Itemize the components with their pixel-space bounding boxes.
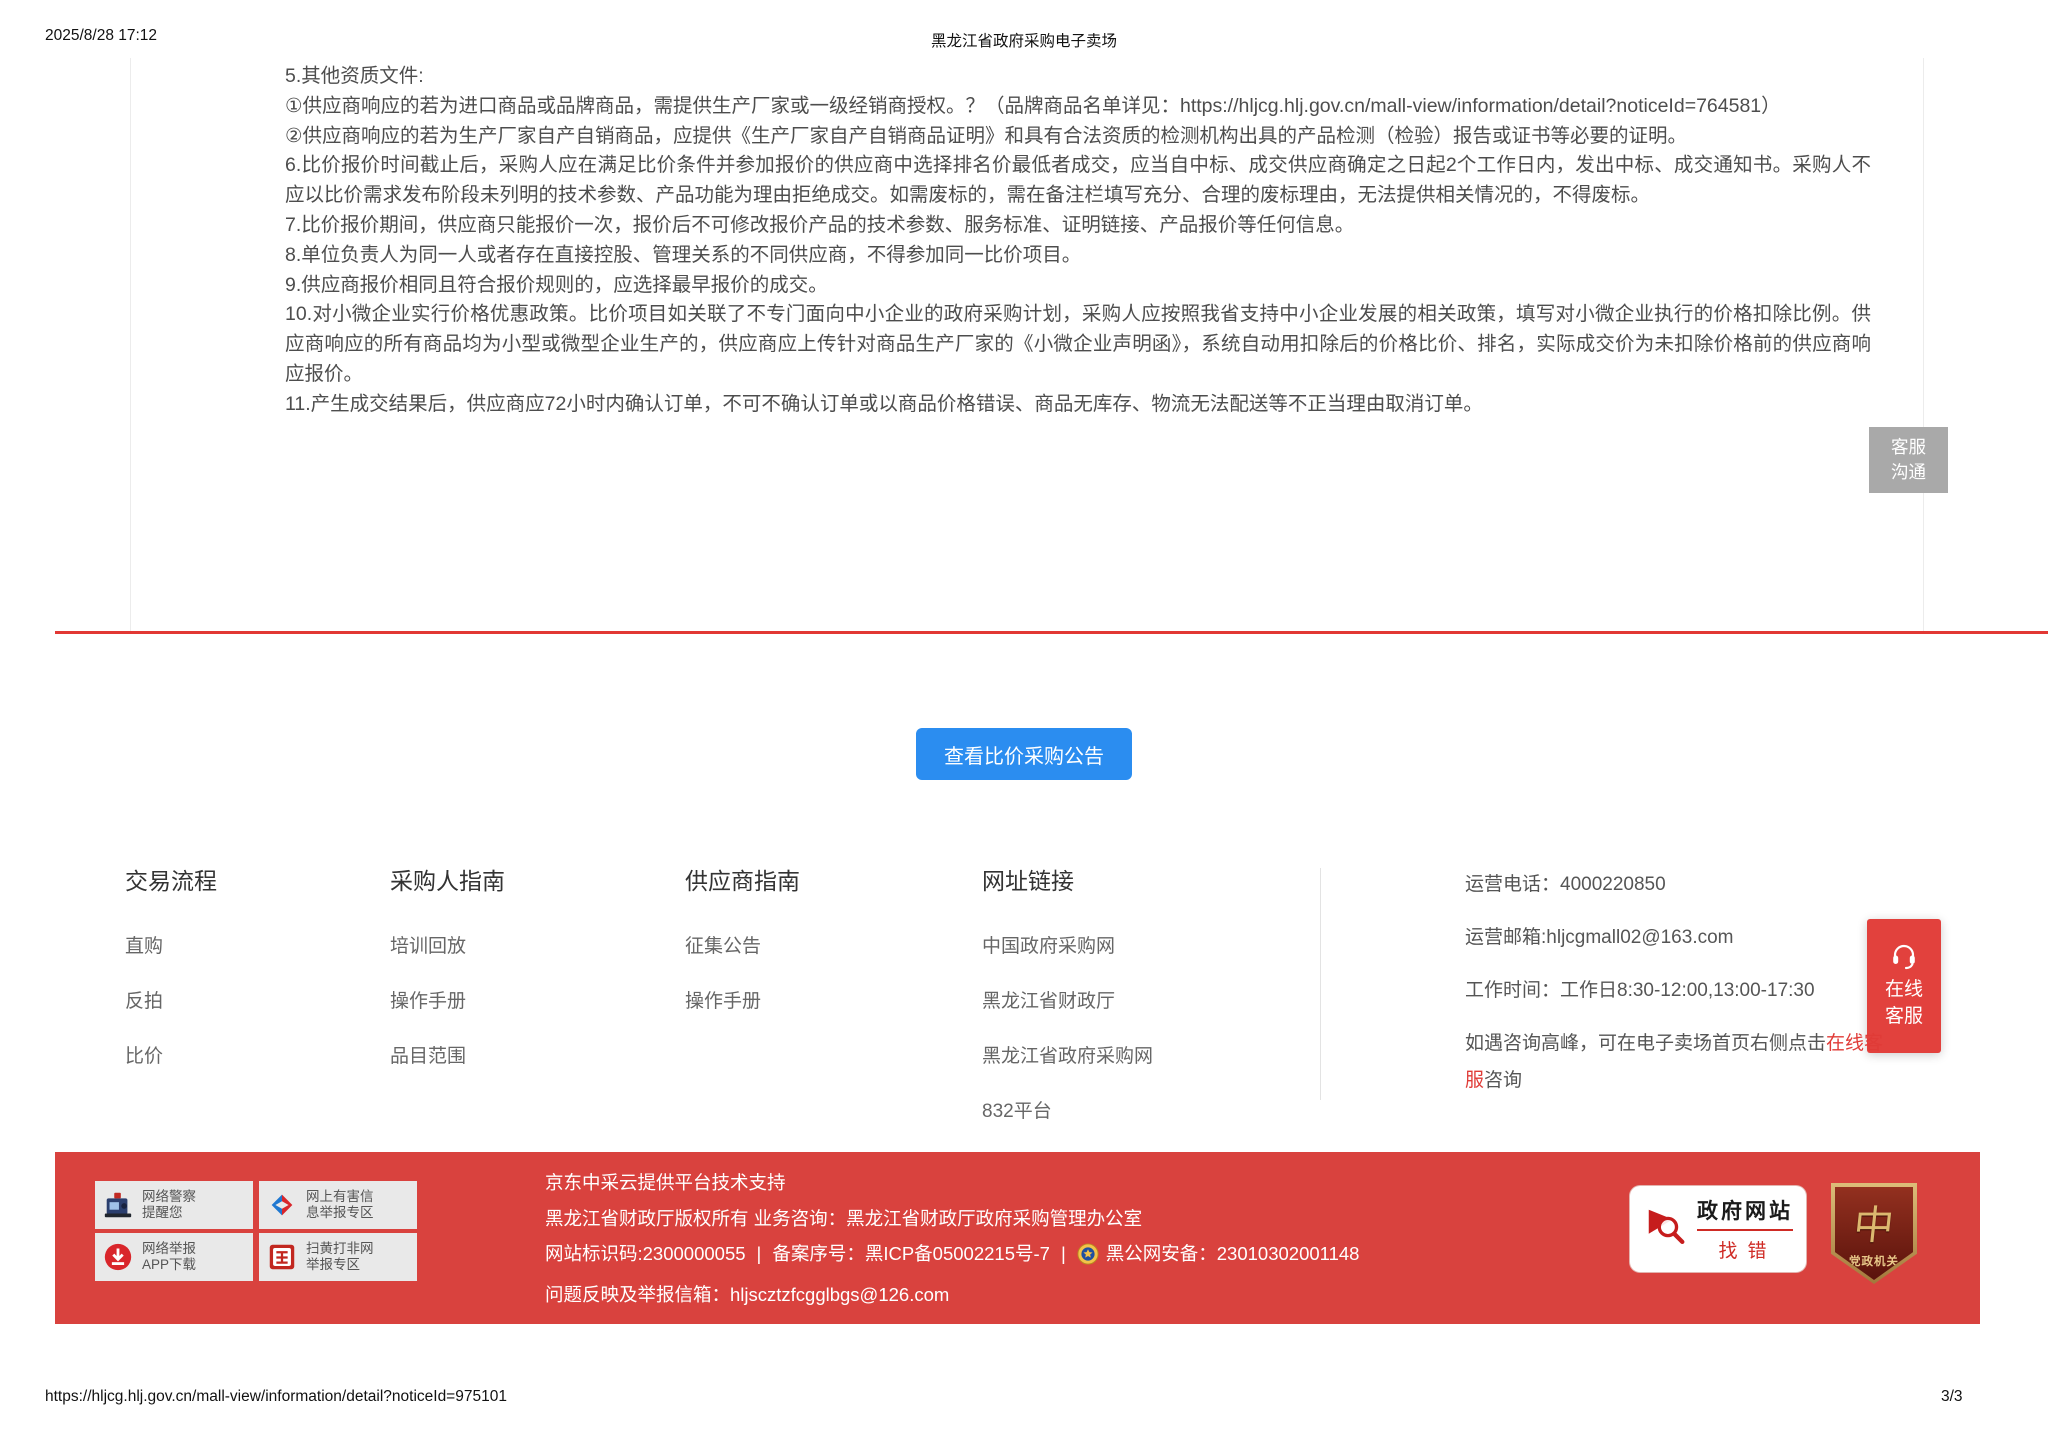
badge-label: 网络警察	[142, 1189, 196, 1205]
footer-link[interactable]: 操作手册	[390, 986, 505, 1013]
footer-link[interactable]: 品目范围	[390, 1041, 505, 1068]
footer-contact-info: 运营电话：4000220850 运营邮箱:hljcgmall02@163.com…	[1465, 866, 1897, 1115]
red-footer-bar: 网络警察 提醒您 网上有害信 息举报专区 网络举报 APP下载	[55, 1152, 1980, 1324]
notice-paragraph: 5.其他资质文件:	[285, 62, 1871, 92]
footer-link[interactable]: 征集公告	[685, 931, 800, 958]
red-divider-line	[55, 631, 2048, 634]
document-title: 黑龙江省政府采购电子卖场	[0, 29, 2048, 51]
app-download-icon	[101, 1240, 135, 1274]
badge-label: 网上有害信	[306, 1189, 374, 1205]
site-id-code: 网站标识码:2300000055	[545, 1243, 746, 1264]
notice-paragraph: 6.比价报价时间截止后，采购人应在满足比价条件并参加报价的供应商中选择排名价最低…	[285, 151, 1871, 211]
working-hours: 工作时间：工作日8:30-12:00,13:00-17:30	[1465, 972, 1897, 1009]
cyber-police-badge[interactable]: 网络警察 提醒您	[95, 1181, 253, 1229]
footer-column-title: 交易流程	[125, 862, 217, 896]
notice-content: 5.其他资质文件: ①供应商响应的若为进口商品或品牌商品，需提供生产厂家或一级经…	[130, 58, 1924, 631]
copyright-line: 黑龙江省财政厅版权所有 业务咨询：黑龙江省财政厅政府采购管理办公室	[545, 1201, 1359, 1237]
report-app-download-badge[interactable]: 网络举报 APP下载	[95, 1233, 253, 1281]
tech-support-line: 京东中采云提供平台技术支持	[545, 1165, 1359, 1201]
footer-column-title: 网址链接	[982, 862, 1153, 896]
harmful-info-icon	[265, 1188, 299, 1222]
report-mailbox-line: 问题反映及举报信箱：hljscztzfcgglbgs@126.com	[545, 1277, 1359, 1313]
registration-line: 网站标识码:2300000055|备案序号：黑ICP备05002215号-7|黑…	[545, 1236, 1359, 1277]
badge-label: APP下载	[142, 1257, 196, 1273]
footer-column-supplier-guide: 供应商指南 征集公告 操作手册	[685, 862, 800, 1041]
cyber-police-icon	[101, 1188, 135, 1222]
footer-link[interactable]: 黑龙江省财政厅	[982, 986, 1153, 1013]
harmful-info-report-badge[interactable]: 网上有害信 息举报专区	[259, 1181, 417, 1229]
notice-paragraph: ②供应商响应的若为生产厂家自产自销商品，应提供《生产厂家自产自销商品证明》和具有…	[285, 122, 1871, 152]
chat-tab-label: 客服	[1891, 435, 1926, 460]
view-price-comparison-notice-button[interactable]: 查看比价采购公告	[916, 728, 1132, 780]
site-error-report-badge[interactable]: 政府网站 找错	[1630, 1186, 1806, 1272]
peak-notice-text: 如遇咨询高峰，可在电子卖场首页右侧点击	[1465, 1033, 1826, 1054]
customer-service-chat-tab[interactable]: 客服 沟通	[1869, 427, 1948, 493]
chat-tab-label: 沟通	[1891, 460, 1926, 485]
print-url: https://hljcg.hlj.gov.cn/mall-view/infor…	[45, 1388, 507, 1406]
shield-label: 党政机关	[1849, 1253, 1899, 1269]
footer-column-title: 供应商指南	[685, 862, 800, 896]
public-security-number: 黑公网安备：23010302001148	[1106, 1243, 1360, 1264]
footer-column-trade-process: 交易流程 直购 反拍 比价	[125, 862, 217, 1096]
separator: |	[1050, 1243, 1077, 1264]
shield-emblem: 中	[1851, 1193, 1897, 1251]
report-badges-grid: 网络警察 提醒您 网上有害信 息举报专区 网络举报 APP下载	[95, 1181, 417, 1281]
page-number: 3/3	[1941, 1388, 1963, 1406]
peak-notice: 如遇咨询高峰，可在电子卖场首页右侧点击在线客服咨询	[1465, 1025, 1897, 1099]
police-emblem-icon	[1077, 1241, 1099, 1277]
badge-label: 扫黄打非网	[306, 1241, 374, 1257]
peak-notice-suffix: 咨询	[1484, 1070, 1522, 1091]
operation-email: 运营邮箱:hljcgmall02@163.com	[1465, 919, 1897, 956]
footer-link[interactable]: 培训回放	[390, 931, 505, 958]
badge-label: 提醒您	[142, 1205, 196, 1221]
footer-link[interactable]: 黑龙江省政府采购网	[982, 1041, 1153, 1068]
badge-label: 息举报专区	[306, 1205, 374, 1221]
separator: |	[746, 1243, 773, 1264]
footer-column-title: 采购人指南	[390, 862, 505, 896]
footer-link[interactable]: 832平台	[982, 1096, 1153, 1123]
error-finder-flag-icon	[1643, 1204, 1689, 1255]
notice-paragraph: 8.单位负责人为同一人或者存在直接控股、管理关系的不同供应商，不得参加同一比价项…	[285, 241, 1871, 271]
footer-link[interactable]: 直购	[125, 931, 217, 958]
operation-phone: 运营电话：4000220850	[1465, 866, 1897, 903]
badge-label: 举报专区	[306, 1257, 374, 1273]
shield-border: 中 党政机关	[1831, 1183, 1917, 1284]
error-badge-title: 政府网站	[1697, 1195, 1793, 1231]
footer-link[interactable]: 中国政府采购网	[982, 931, 1153, 958]
notice-paragraph: 9.供应商报价相同且符合报价规则的，应选择最早报价的成交。	[285, 271, 1871, 301]
anti-porn-report-badge[interactable]: 扫黄打非网 举报专区	[259, 1233, 417, 1281]
footer-column-web-links: 网址链接 中国政府采购网 黑龙江省财政厅 黑龙江省政府采购网 832平台	[982, 862, 1153, 1151]
party-gov-org-badge[interactable]: 中 党政机关	[1831, 1183, 1917, 1284]
notice-paragraph: 7.比价报价期间，供应商只能报价一次，报价后不可修改报价产品的技术参数、服务标准…	[285, 211, 1871, 241]
notice-paragraph: ①供应商响应的若为进口商品或品牌商品，需提供生产厂家或一级经销商授权。？（品牌商…	[285, 92, 1871, 122]
footer-column-purchaser-guide: 采购人指南 培训回放 操作手册 品目范围	[390, 862, 505, 1096]
notice-paragraph: 11.产生成交结果后，供应商应72小时内确认订单，不可不确认订单或以商品价格错误…	[285, 390, 1871, 420]
footer-link[interactable]: 比价	[125, 1041, 217, 1068]
icp-number: 备案序号：黑ICP备05002215号-7	[772, 1243, 1050, 1264]
error-badge-subtitle: 找错	[1702, 1236, 1793, 1263]
footer-link[interactable]: 反拍	[125, 986, 217, 1013]
badge-label: 网络举报	[142, 1241, 196, 1257]
footer-vertical-divider	[1320, 868, 1321, 1100]
red-bar-text: 京东中采云提供平台技术支持 黑龙江省财政厅版权所有 业务咨询：黑龙江省财政厅政府…	[545, 1165, 1359, 1312]
footer-link[interactable]: 操作手册	[685, 986, 800, 1013]
anti-porn-seal-icon	[265, 1240, 299, 1274]
notice-paragraph: 10.对小微企业实行价格优惠政策。比价项目如关联了不专门面向中小企业的政府采购计…	[285, 300, 1871, 389]
